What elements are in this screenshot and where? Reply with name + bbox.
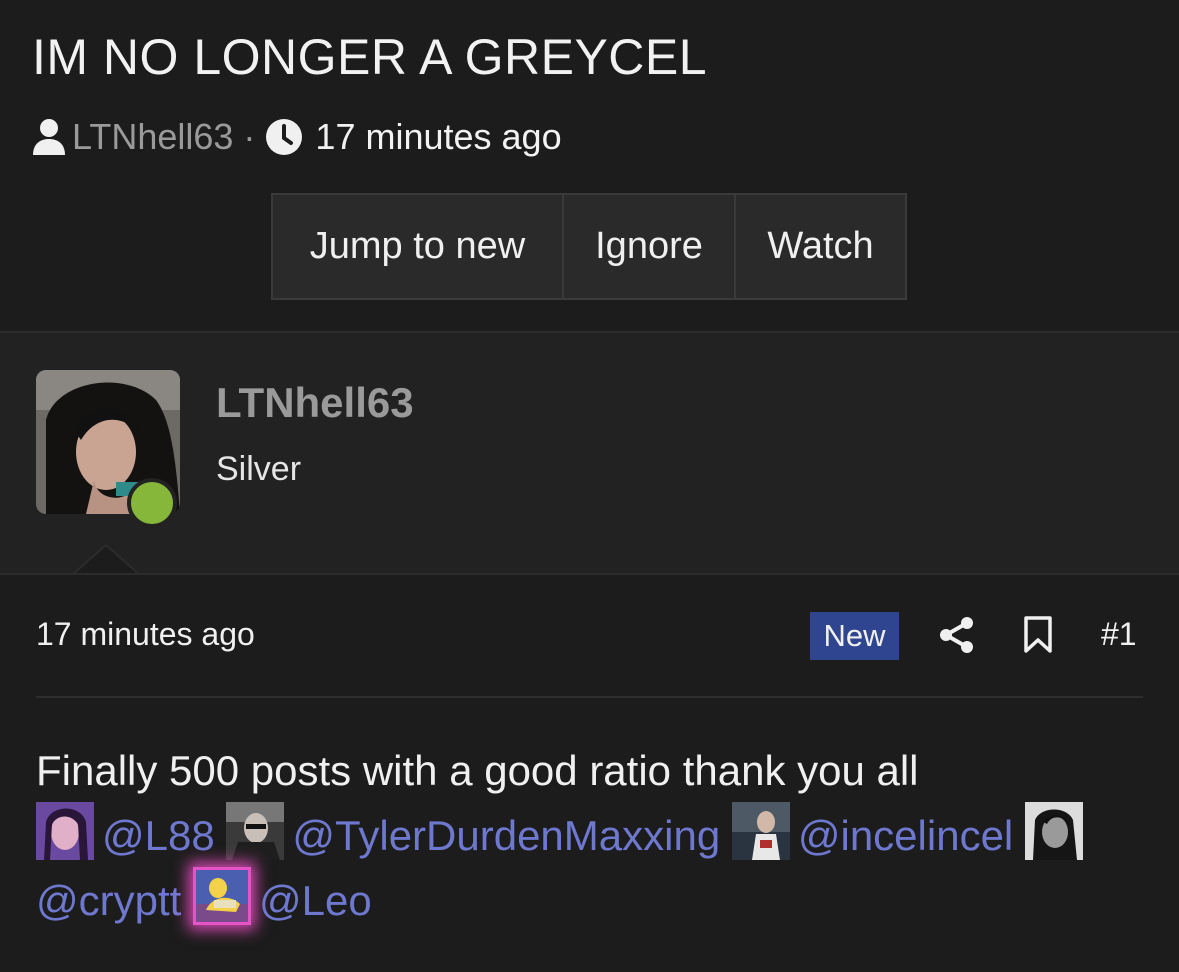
thread-time[interactable]: 17 minutes ago xyxy=(315,116,561,158)
user-divider xyxy=(0,573,1179,575)
post-divider xyxy=(36,696,1143,698)
mention-label[interactable]: @cryptt xyxy=(36,877,181,924)
user-rank-title: Silver xyxy=(216,450,302,488)
mention-avatar xyxy=(1024,802,1083,860)
mention-label[interactable]: @incelincel xyxy=(798,812,1013,859)
mention-l88[interactable]: @L88 xyxy=(36,802,215,860)
mention-label[interactable]: @L88 xyxy=(102,812,215,859)
mention-avatar xyxy=(226,802,285,860)
clock-icon xyxy=(266,119,303,155)
share-icon[interactable] xyxy=(938,616,976,654)
mention-label[interactable]: @Leo xyxy=(259,877,372,924)
mention-avatar xyxy=(731,802,790,860)
user-block-arrow xyxy=(72,545,140,575)
online-status-indicator xyxy=(127,478,177,528)
thread-header: IM NO LONGER A GREYCEL LTNhell63 · 17 mi… xyxy=(0,0,1179,331)
mention-avatar xyxy=(193,867,251,925)
post-timestamp[interactable]: 17 minutes ago xyxy=(36,616,255,653)
mention-cryptt[interactable]: @cryptt xyxy=(36,877,181,924)
mention-avatar xyxy=(36,802,94,860)
thread-action-buttons: Jump to new Ignore Watch xyxy=(271,193,907,300)
mention-label[interactable]: @TylerDurdenMaxxing xyxy=(292,812,720,859)
mention-tylerdurdenmaxxing[interactable]: @TylerDurdenMaxxing xyxy=(226,802,720,860)
mention-incelincel[interactable]: @incelincel xyxy=(731,802,1013,860)
thread-title: IM NO LONGER A GREYCEL xyxy=(32,29,708,85)
post-username[interactable]: LTNhell63 xyxy=(216,379,414,427)
watch-button[interactable]: Watch xyxy=(734,195,905,298)
bookmark-icon[interactable] xyxy=(1023,616,1053,654)
post-body: Finally 500 posts with a good ratio than… xyxy=(36,740,1146,932)
jump-to-new-button[interactable]: Jump to new xyxy=(273,195,562,298)
ignore-button[interactable]: Ignore xyxy=(562,195,734,298)
post-text: Finally 500 posts with a good ratio than… xyxy=(36,747,919,794)
meta-separator: · xyxy=(243,116,256,157)
thread-meta: LTNhell63 · 17 minutes ago xyxy=(32,114,562,160)
post-number-link[interactable]: #1 xyxy=(1101,616,1137,653)
mention-cryptt-avatar[interactable] xyxy=(1024,802,1091,860)
new-badge: New xyxy=(810,612,899,660)
user-icon xyxy=(33,119,65,155)
thread-author-link[interactable]: LTNhell63 xyxy=(72,116,233,158)
post-user-block: LTNhell63 Silver xyxy=(0,333,1179,573)
mention-leo[interactable]: @Leo xyxy=(193,867,372,925)
